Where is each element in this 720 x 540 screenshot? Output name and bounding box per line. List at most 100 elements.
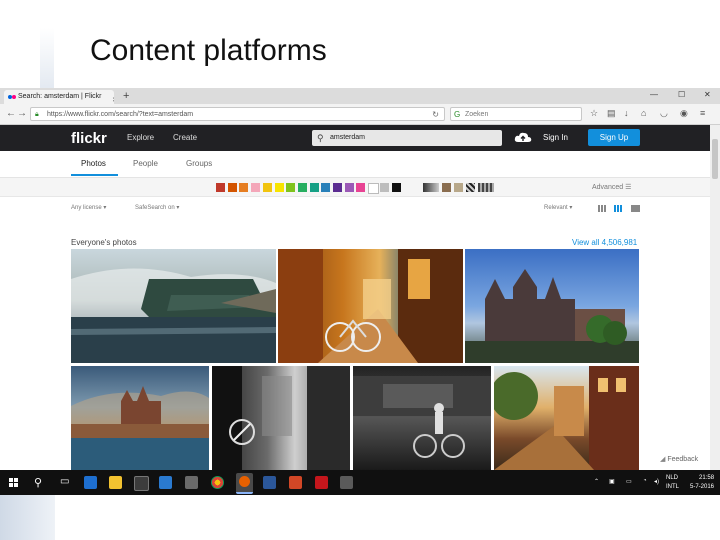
search-icon[interactable]: ⚲ [34, 476, 42, 489]
powerpoint-icon[interactable] [289, 476, 302, 489]
color-swatch[interactable] [356, 183, 366, 192]
photo-sunset-street[interactable] [494, 366, 639, 470]
app-icon-2[interactable] [340, 476, 353, 489]
color-swatch[interactable] [344, 183, 354, 192]
photo-bw-cyclist[interactable] [353, 366, 491, 470]
photo-central-station-church[interactable] [465, 249, 639, 363]
sort-relevant-dropdown[interactable]: Relevant ▾ [544, 204, 572, 211]
flickr-search-value: amsterdam [330, 134, 366, 141]
maximize-icon[interactable]: ☐ [678, 90, 685, 99]
home-icon[interactable]: ⌂ [641, 109, 650, 118]
search-engine-icon: G [454, 110, 461, 119]
download-icon[interactable]: ↓ [624, 109, 633, 118]
task-view-icon[interactable]: ▭ [60, 476, 69, 487]
bookmark-star-icon[interactable]: ☆ [590, 109, 599, 118]
filter-texture[interactable] [478, 183, 494, 192]
photo-bikes-street[interactable] [278, 249, 463, 363]
view-all-link[interactable]: View all 4,506,981 [572, 238, 637, 247]
store-icon[interactable] [134, 476, 149, 491]
filter-shallow-depth[interactable] [442, 183, 451, 192]
color-swatch[interactable] [333, 183, 342, 192]
color-swatch[interactable] [274, 183, 284, 192]
back-icon[interactable]: ← [6, 108, 16, 119]
flickr-search-input[interactable]: ⚲ amsterdam [312, 130, 502, 146]
flickr-logo[interactable]: flickr [71, 130, 107, 147]
single-view-icon[interactable] [631, 205, 640, 212]
color-swatch[interactable] [391, 183, 401, 192]
sign-up-button[interactable]: Sign Up [588, 129, 640, 146]
minimize-icon[interactable]: — [650, 90, 658, 99]
network-icon[interactable]: ◔ [643, 478, 647, 484]
color-swatch[interactable] [251, 183, 261, 192]
browser-tab-title: Search: amsterdam | Flickr [18, 93, 102, 100]
photo-image [71, 386, 209, 470]
color-swatch[interactable] [227, 183, 237, 192]
tab-photos[interactable]: Photos [81, 159, 106, 168]
photo-image [353, 376, 491, 458]
nav-explore[interactable]: Explore [127, 133, 154, 142]
windows-start-icon[interactable] [9, 478, 19, 488]
color-swatch[interactable] [297, 183, 307, 192]
nav-create[interactable]: Create [173, 133, 197, 142]
browser-search-placeholder: Zoeken [465, 111, 489, 118]
edge-icon[interactable] [84, 476, 97, 489]
color-swatch[interactable] [216, 183, 225, 192]
license-dropdown[interactable]: Any license ▾ [71, 204, 106, 211]
forward-icon[interactable]: → [17, 108, 27, 119]
page-scrollbar[interactable] [710, 125, 720, 470]
advanced-filter-toggle[interactable]: Advanced ☰ [592, 183, 631, 191]
color-swatch[interactable] [379, 183, 389, 192]
color-swatch[interactable] [321, 183, 331, 192]
address-toolbar: ← → 🔒︎ https://www.flickr.com/search/?te… [0, 104, 720, 125]
new-tab-button[interactable]: + [123, 90, 129, 102]
battery-icon[interactable]: ▭ [626, 478, 632, 485]
slide-decoration-bottom [0, 495, 55, 540]
tray-up-icon[interactable]: ⌃ [594, 478, 599, 485]
reload-icon[interactable]: ↻ [432, 108, 439, 122]
menu-icon[interactable]: ≡ [700, 109, 709, 118]
chrome-icon[interactable] [211, 476, 224, 489]
reading-list-icon[interactable]: ▤ [607, 109, 616, 118]
photo-ship-nemo[interactable] [71, 249, 276, 363]
word-icon[interactable] [263, 476, 276, 489]
windows-taskbar: ⚲ ▭ ⌃ ▣ ▭ ◔ ◂) NLD INTL 21:58 5-7-2016 [0, 470, 720, 495]
flickr-page: flickr Explore Create ⚲ amsterdam Sign I… [0, 125, 710, 470]
window-close-icon[interactable]: ✕ [704, 90, 711, 99]
browser-tab[interactable]: Search: amsterdam | Flickr ✕ [4, 90, 114, 104]
chat-icon[interactable]: ◉ [680, 109, 689, 118]
photo-canal-station[interactable] [71, 366, 209, 470]
url-field[interactable]: 🔒︎ https://www.flickr.com/search/?text=a… [30, 107, 445, 121]
file-explorer-icon[interactable] [109, 476, 122, 489]
tray-app-icon[interactable]: ▣ [609, 478, 615, 485]
tab-groups[interactable]: Groups [186, 159, 212, 168]
color-swatch[interactable] [309, 183, 319, 192]
sign-in-link[interactable]: Sign In [543, 133, 568, 142]
close-icon[interactable]: ✕ [112, 94, 114, 104]
color-swatch[interactable] [239, 183, 249, 192]
filter-black-white[interactable] [423, 183, 439, 192]
taskbar-clock[interactable]: 21:58 5-7-2016 [690, 474, 714, 492]
language-indicator[interactable]: NLD INTL [666, 474, 679, 492]
color-swatch[interactable] [262, 183, 272, 192]
acrobat-icon[interactable] [315, 476, 328, 489]
pocket-icon[interactable]: ◡ [660, 109, 669, 118]
justified-view-icon[interactable] [614, 205, 623, 212]
media-icon[interactable] [159, 476, 172, 489]
volume-icon[interactable]: ◂) [654, 478, 659, 485]
browser-search-field[interactable]: G Zoeken [450, 107, 582, 121]
photo-bw-bicycle[interactable] [212, 366, 350, 470]
filter-minimal[interactable] [454, 183, 463, 192]
safesearch-dropdown[interactable]: SafeSearch on ▾ [135, 204, 179, 211]
tab-people[interactable]: People [133, 159, 158, 168]
upload-cloud-icon[interactable] [514, 132, 532, 143]
firefox-logo-icon [239, 476, 250, 487]
scroll-thumb[interactable] [712, 139, 718, 179]
color-swatch[interactable] [368, 183, 380, 194]
grid-view-icon[interactable] [598, 205, 607, 212]
firefox-icon[interactable] [236, 473, 253, 494]
keyboard-layout: INTL [666, 484, 680, 490]
color-swatch[interactable] [286, 183, 296, 192]
filter-patterns[interactable] [466, 183, 475, 192]
feedback-button[interactable]: ◢ Feedback [660, 455, 698, 463]
app-icon[interactable] [185, 476, 198, 489]
